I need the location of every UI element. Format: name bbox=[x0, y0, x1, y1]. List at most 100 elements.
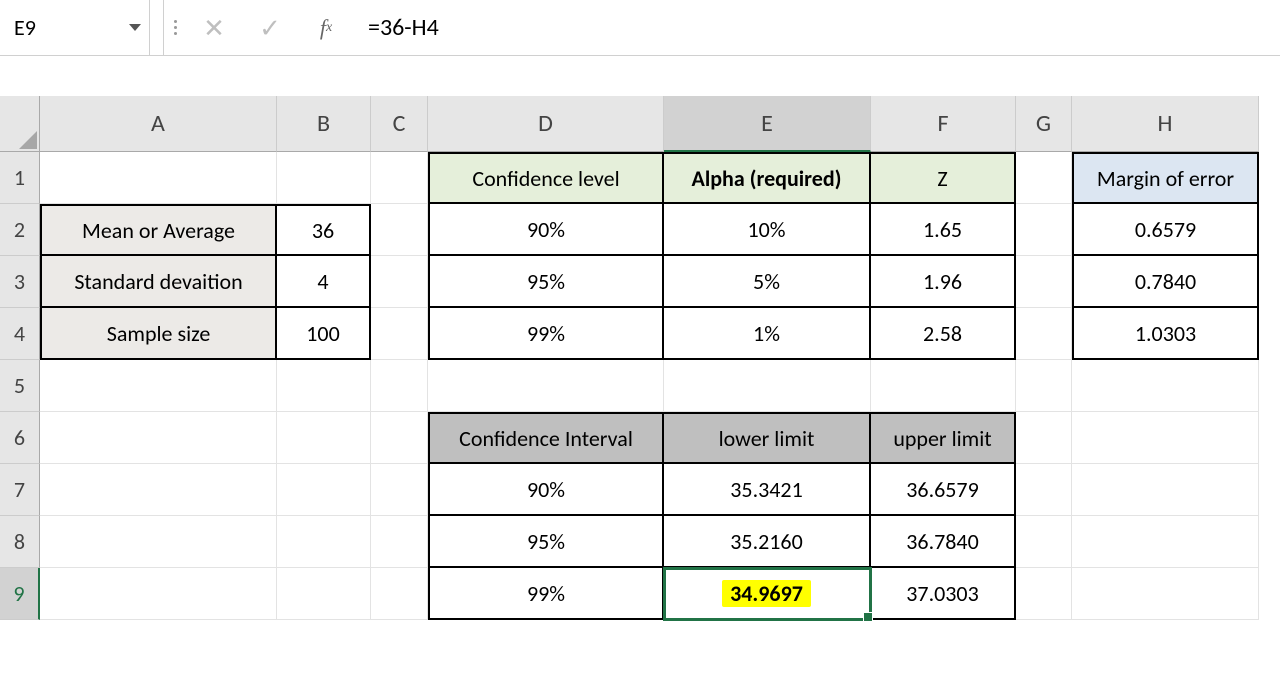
cell-B5[interactable] bbox=[277, 360, 371, 412]
cell-F9[interactable]: 37.0303 bbox=[871, 568, 1016, 620]
cell-H8[interactable] bbox=[1072, 516, 1259, 568]
cell-C3[interactable] bbox=[371, 256, 428, 308]
row-header-6[interactable]: 6 bbox=[0, 412, 40, 464]
cell-F4[interactable]: 2.58 bbox=[871, 308, 1016, 360]
cell-H5[interactable] bbox=[1072, 360, 1259, 412]
col-header-C[interactable]: C bbox=[371, 96, 428, 152]
fx-icon[interactable]: fx bbox=[298, 0, 354, 55]
row-header-5[interactable]: 5 bbox=[0, 360, 40, 412]
cell-B8[interactable] bbox=[277, 516, 371, 568]
cell-A6[interactable] bbox=[40, 412, 277, 464]
cell-E1[interactable]: Alpha (required) bbox=[664, 152, 871, 204]
cell-H7[interactable] bbox=[1072, 464, 1259, 516]
col-header-A[interactable]: A bbox=[40, 96, 277, 152]
cell-E2[interactable]: 10% bbox=[664, 204, 871, 256]
row-header-3[interactable]: 3 bbox=[0, 256, 40, 308]
col-header-F[interactable]: F bbox=[871, 96, 1016, 152]
cell-H3[interactable]: 0.7840 bbox=[1072, 256, 1259, 308]
col-header-D[interactable]: D bbox=[428, 96, 664, 152]
cell-A1[interactable] bbox=[40, 152, 277, 204]
col-header-E[interactable]: E bbox=[664, 96, 871, 152]
cell-F7[interactable]: 36.6579 bbox=[871, 464, 1016, 516]
cell-C6[interactable] bbox=[371, 412, 428, 464]
cell-E3[interactable]: 5% bbox=[664, 256, 871, 308]
cell-F2[interactable]: 1.65 bbox=[871, 204, 1016, 256]
cell-B7[interactable] bbox=[277, 464, 371, 516]
confirm-icon[interactable]: ✓ bbox=[242, 0, 298, 55]
cell-H1[interactable]: Margin of error bbox=[1072, 152, 1259, 204]
cell-D2[interactable]: 90% bbox=[428, 204, 664, 256]
cell-B2[interactable]: 36 bbox=[277, 204, 371, 256]
cell-E7[interactable]: 35.3421 bbox=[664, 464, 871, 516]
name-box[interactable]: E9 bbox=[0, 0, 150, 55]
cell-A7[interactable] bbox=[40, 464, 277, 516]
cell-F5[interactable] bbox=[871, 360, 1016, 412]
cell-C9[interactable] bbox=[371, 568, 428, 620]
cell-C4[interactable] bbox=[371, 308, 428, 360]
cell-C8[interactable] bbox=[371, 516, 428, 568]
cell-H2[interactable]: 0.6579 bbox=[1072, 204, 1259, 256]
spreadsheet-grid[interactable]: A B C D E F G H 1 Confidence level Alpha… bbox=[0, 96, 1280, 620]
cell-D6[interactable]: Confidence Interval bbox=[428, 412, 664, 464]
cell-B3[interactable]: 4 bbox=[277, 256, 371, 308]
cell-A2[interactable]: Mean or Average bbox=[40, 204, 277, 256]
drag-handle-icon[interactable] bbox=[164, 20, 186, 35]
cell-E9[interactable]: 34.9697 bbox=[664, 568, 871, 620]
cell-G2[interactable] bbox=[1016, 204, 1072, 256]
cell-E8[interactable]: 35.2160 bbox=[664, 516, 871, 568]
cell-D7[interactable]: 90% bbox=[428, 464, 664, 516]
cell-E6[interactable]: lower limit bbox=[664, 412, 871, 464]
cell-D4[interactable]: 99% bbox=[428, 308, 664, 360]
cell-G4[interactable] bbox=[1016, 308, 1072, 360]
cell-D3[interactable]: 95% bbox=[428, 256, 664, 308]
row-header-4[interactable]: 4 bbox=[0, 308, 40, 360]
cancel-icon[interactable]: ✕ bbox=[186, 0, 242, 55]
row-header-2[interactable]: 2 bbox=[0, 204, 40, 256]
cell-C1[interactable] bbox=[371, 152, 428, 204]
cell-A3[interactable]: Standard devaition bbox=[40, 256, 277, 308]
cell-C2[interactable] bbox=[371, 204, 428, 256]
cell-H9[interactable] bbox=[1072, 568, 1259, 620]
cell-G1[interactable] bbox=[1016, 152, 1072, 204]
cell-F1[interactable]: Z bbox=[871, 152, 1016, 204]
cell-A4[interactable]: Sample size bbox=[40, 308, 277, 360]
cell-A8[interactable] bbox=[40, 516, 277, 568]
divider bbox=[150, 0, 164, 55]
cell-C7[interactable] bbox=[371, 464, 428, 516]
cell-D8[interactable]: 95% bbox=[428, 516, 664, 568]
row-header-7[interactable]: 7 bbox=[0, 464, 40, 516]
name-box-value: E9 bbox=[14, 14, 36, 41]
col-header-H[interactable]: H bbox=[1072, 96, 1259, 152]
cell-G5[interactable] bbox=[1016, 360, 1072, 412]
cell-B1[interactable] bbox=[277, 152, 371, 204]
cell-G9[interactable] bbox=[1016, 568, 1072, 620]
cell-B4[interactable]: 100 bbox=[277, 308, 371, 360]
cell-H6[interactable] bbox=[1072, 412, 1259, 464]
cell-F6[interactable]: upper limit bbox=[871, 412, 1016, 464]
row-header-1[interactable]: 1 bbox=[0, 152, 40, 204]
cell-B6[interactable] bbox=[277, 412, 371, 464]
cell-F8[interactable]: 36.7840 bbox=[871, 516, 1016, 568]
formula-input[interactable] bbox=[354, 0, 1280, 55]
cell-H4[interactable]: 1.0303 bbox=[1072, 308, 1259, 360]
row-header-8[interactable]: 8 bbox=[0, 516, 40, 568]
row-header-9[interactable]: 9 bbox=[0, 568, 40, 620]
cell-D9[interactable]: 99% bbox=[428, 568, 664, 620]
cell-D5[interactable] bbox=[428, 360, 664, 412]
cell-G6[interactable] bbox=[1016, 412, 1072, 464]
cell-D1[interactable]: Confidence level bbox=[428, 152, 664, 204]
col-header-G[interactable]: G bbox=[1016, 96, 1072, 152]
cell-B9[interactable] bbox=[277, 568, 371, 620]
col-header-B[interactable]: B bbox=[277, 96, 371, 152]
cell-E5[interactable] bbox=[664, 360, 871, 412]
cell-A9[interactable] bbox=[40, 568, 277, 620]
cell-G3[interactable] bbox=[1016, 256, 1072, 308]
name-box-dropdown-icon[interactable] bbox=[129, 24, 141, 31]
cell-A5[interactable] bbox=[40, 360, 277, 412]
cell-G7[interactable] bbox=[1016, 464, 1072, 516]
cell-G8[interactable] bbox=[1016, 516, 1072, 568]
cell-C5[interactable] bbox=[371, 360, 428, 412]
cell-E4[interactable]: 1% bbox=[664, 308, 871, 360]
cell-F3[interactable]: 1.96 bbox=[871, 256, 1016, 308]
select-all-corner[interactable] bbox=[0, 96, 40, 152]
